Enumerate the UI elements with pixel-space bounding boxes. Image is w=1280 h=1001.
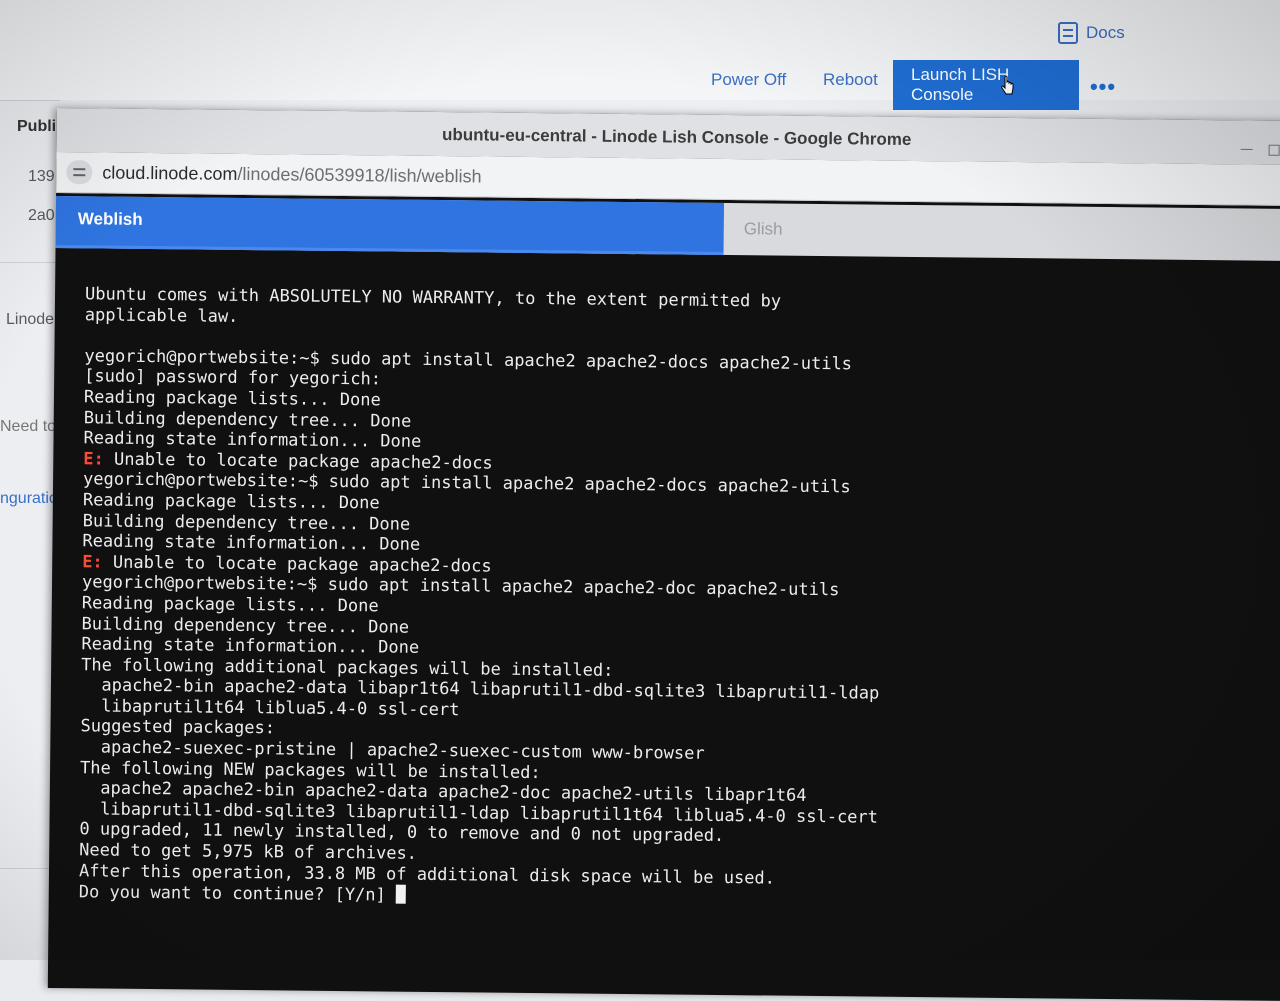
terminal-output[interactable]: Ubuntu comes with ABSOLUTELY NO WARRANTY… bbox=[79, 284, 1280, 915]
launch-lish-console-button[interactable]: Launch LISH Console bbox=[893, 60, 1079, 110]
text-fragment: Need to bbox=[0, 418, 57, 435]
power-off-button[interactable]: Power Off bbox=[711, 70, 786, 90]
ip-fragment: 2a0 bbox=[28, 207, 55, 224]
tab-weblish[interactable]: Weblish bbox=[55, 195, 725, 255]
docs-link[interactable]: Docs bbox=[1058, 22, 1125, 44]
maximize-icon[interactable] bbox=[1268, 144, 1280, 156]
tab-glish[interactable]: Glish bbox=[744, 219, 783, 239]
docs-label: Docs bbox=[1086, 23, 1125, 42]
pointer-cursor-icon bbox=[1001, 76, 1014, 95]
divider bbox=[0, 100, 60, 101]
console-tabs: Weblish Glish bbox=[55, 195, 1280, 261]
minimize-icon[interactable]: — bbox=[1241, 141, 1253, 155]
url-text[interactable]: cloud.linode.com/linodes/60539918/lish/w… bbox=[102, 162, 481, 187]
terminal-cursor bbox=[395, 884, 407, 904]
more-dots-icon[interactable]: ••• bbox=[1086, 72, 1120, 102]
section-heading-fragment: Publi bbox=[17, 118, 57, 135]
text-fragment: Linode bbox=[6, 311, 55, 328]
error-prefix: E: bbox=[83, 449, 104, 470]
url-host: cloud.linode.com bbox=[102, 162, 238, 184]
error-prefix: E: bbox=[82, 552, 103, 573]
configuration-link-fragment[interactable]: nguratio bbox=[0, 490, 58, 508]
ip-fragment: 139 bbox=[28, 168, 55, 185]
window-title: ubuntu-eu-central - Linode Lish Console … bbox=[441, 125, 912, 149]
lish-console-window: ubuntu-eu-central - Linode Lish Console … bbox=[47, 108, 1280, 1001]
url-path: /linodes/60539918/lish/weblish bbox=[237, 163, 482, 187]
docs-icon bbox=[1058, 22, 1078, 44]
divider bbox=[0, 262, 60, 263]
site-info-icon[interactable] bbox=[66, 160, 93, 185]
reboot-button[interactable]: Reboot bbox=[823, 70, 878, 90]
